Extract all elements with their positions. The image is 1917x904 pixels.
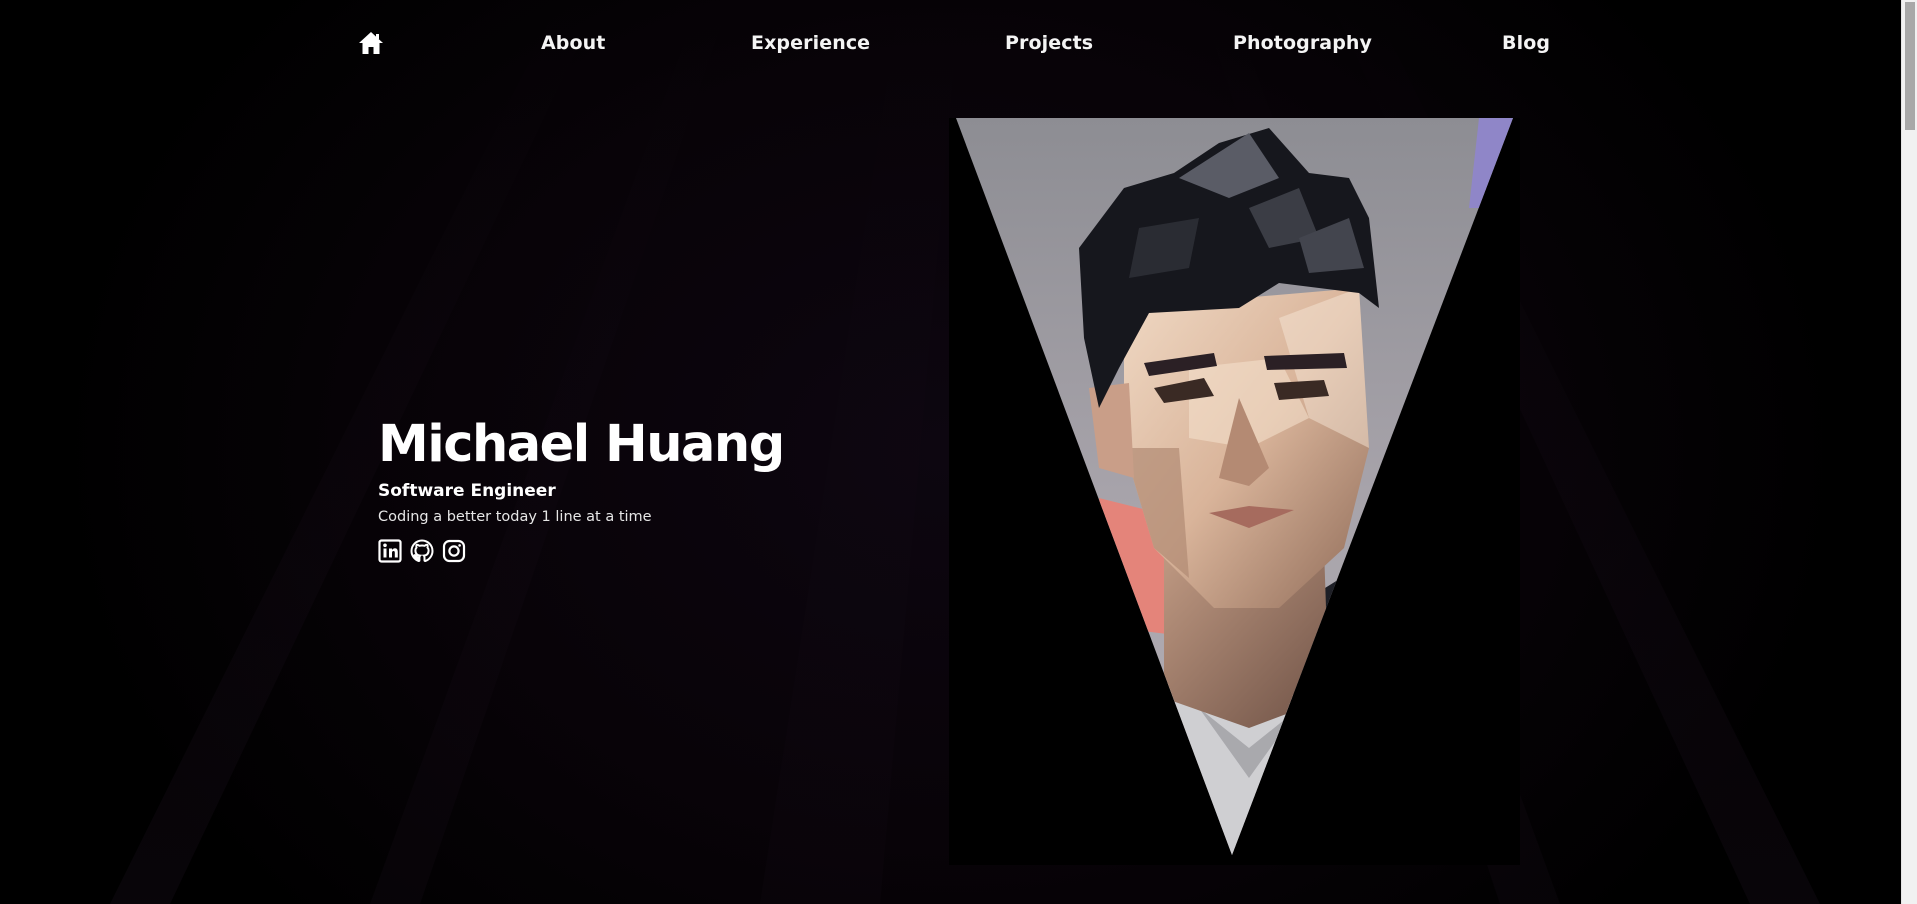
- page-scrollbar[interactable]: [1901, 0, 1917, 904]
- github-icon[interactable]: [410, 539, 434, 563]
- portrait: [949, 118, 1520, 865]
- nav-experience[interactable]: Experience: [751, 12, 870, 74]
- nav-blog[interactable]: Blog: [1502, 12, 1550, 74]
- nav-about[interactable]: About: [541, 12, 605, 74]
- hero-role: Software Engineer: [378, 481, 556, 501]
- low-poly-portrait: [956, 118, 1513, 855]
- linkedin-icon[interactable]: [378, 539, 402, 563]
- hero-tagline: Coding a better today 1 line at a time: [378, 509, 652, 525]
- hero-name: Michael Huang: [378, 415, 785, 474]
- nav-photography[interactable]: Photography: [1233, 12, 1372, 74]
- page: About Experience Projects Photography Bl…: [0, 0, 1901, 904]
- top-nav: About Experience Projects Photography Bl…: [0, 12, 1901, 74]
- scrollbar-thumb[interactable]: [1905, 2, 1915, 130]
- instagram-icon[interactable]: [442, 539, 466, 563]
- home-icon[interactable]: [358, 31, 384, 55]
- nav-projects[interactable]: Projects: [1005, 12, 1093, 74]
